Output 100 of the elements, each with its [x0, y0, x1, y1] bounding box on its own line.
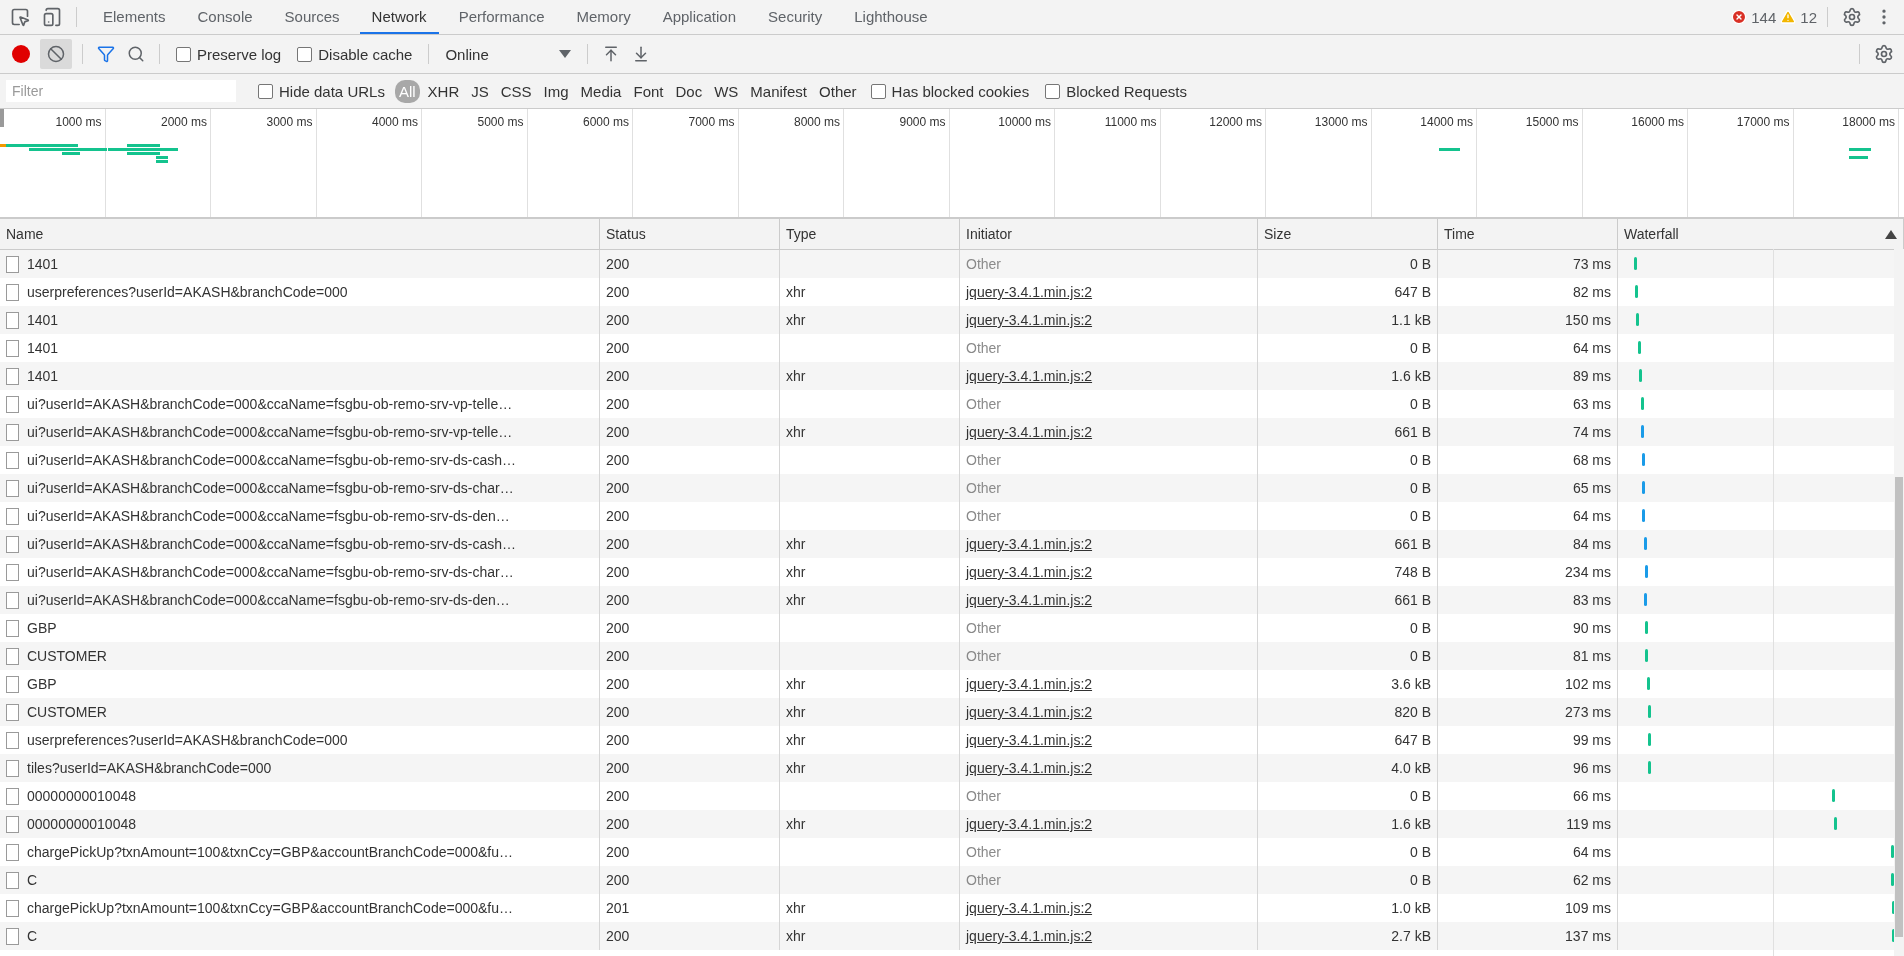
file-icon — [6, 675, 19, 693]
request-name[interactable]: C — [27, 928, 38, 944]
initiator-link[interactable]: jquery-3.4.1.min.js:2 — [966, 732, 1093, 748]
request-name[interactable]: 1401 — [27, 312, 59, 328]
time-tick: 11000 ms — [1104, 114, 1158, 129]
request-name[interactable]: ui?userId=AKASH&branchCode=000&ccaName=fsgbu-ob-remo-srv-vp-telle… — [27, 424, 513, 440]
request-name[interactable]: ui?userId=AKASH&branchCode=000&ccaName=fsgbu-ob-remo-srv-ds-cash… — [27, 452, 517, 468]
initiator-link[interactable]: jquery-3.4.1.min.js:2 — [966, 816, 1093, 832]
request-name[interactable]: 00000000010048 — [27, 816, 136, 832]
type-filter[interactable]: JS — [467, 79, 493, 103]
request-name[interactable]: chargePickUp?txnAmount=100&txnCcy=GBP&accountBranchCode=000&fu… — [27, 844, 513, 860]
checkbox[interactable]: Preserve log — [176, 45, 282, 63]
size: 0 B — [1410, 620, 1431, 636]
tab[interactable]: Console — [185, 0, 265, 34]
type-filter[interactable]: Other — [815, 79, 861, 103]
clear-icon[interactable] — [40, 39, 72, 69]
request-type: xhr — [786, 592, 806, 608]
checkbox[interactable]: Disable cache — [297, 45, 413, 63]
initiator: Other — [966, 872, 1001, 888]
initiator-link[interactable]: jquery-3.4.1.min.js:2 — [966, 592, 1093, 608]
request-name[interactable]: ui?userId=AKASH&branchCode=000&ccaName=fsgbu-ob-remo-srv-ds-den… — [27, 592, 510, 608]
initiator-link[interactable]: jquery-3.4.1.min.js:2 — [966, 312, 1093, 328]
initiator-link[interactable]: jquery-3.4.1.min.js:2 — [966, 368, 1093, 384]
request-name[interactable]: 1401 — [27, 256, 59, 272]
request-name[interactable]: 00000000010048 — [27, 788, 136, 804]
overview-handle[interactable] — [0, 109, 4, 127]
type-filter[interactable]: XHR — [423, 79, 464, 103]
request-name[interactable]: ui?userId=AKASH&branchCode=000&ccaName=fsgbu-ob-remo-srv-vp-telle… — [27, 396, 513, 412]
size: 1.6 kB — [1391, 816, 1431, 832]
request-name[interactable]: chargePickUp?txnAmount=100&txnCcy=GBP&accountBranchCode=000&fu… — [27, 900, 513, 916]
column-header[interactable]: Size — [1258, 219, 1438, 249]
time: 64 ms — [1572, 340, 1611, 356]
request-name[interactable]: 1401 — [27, 368, 59, 384]
request-name[interactable]: ui?userId=AKASH&branchCode=000&ccaName=fsgbu-ob-remo-srv-ds-char… — [27, 480, 514, 496]
type-filter[interactable]: Media — [576, 79, 626, 103]
waterfall-bar — [1634, 257, 1637, 270]
status-code: 200 — [606, 620, 630, 636]
request-name[interactable]: userpreferences?userId=AKASH&branchCode=000 — [27, 732, 348, 748]
tab[interactable]: Memory — [564, 0, 643, 34]
initiator-link[interactable]: jquery-3.4.1.min.js:2 — [966, 536, 1093, 552]
waterfall-bar — [1641, 397, 1644, 410]
type-filter[interactable]: CSS — [496, 79, 536, 103]
throttling-dropdown[interactable]: Online — [439, 45, 577, 63]
record-button[interactable] — [12, 45, 30, 63]
request-name[interactable]: GBP — [27, 620, 57, 636]
tab[interactable]: Sources — [272, 0, 352, 34]
initiator-link[interactable]: jquery-3.4.1.min.js:2 — [966, 284, 1093, 300]
initiator-link[interactable]: jquery-3.4.1.min.js:2 — [966, 704, 1093, 720]
initiator-link[interactable]: jquery-3.4.1.min.js:2 — [966, 900, 1093, 916]
status-code: 200 — [606, 424, 630, 440]
tab[interactable]: Application — [650, 0, 749, 34]
file-icon — [6, 311, 19, 329]
initiator-link[interactable]: jquery-3.4.1.min.js:2 — [966, 676, 1093, 692]
column-header[interactable]: Time — [1438, 219, 1618, 249]
time-tick: 10000 ms — [998, 114, 1052, 129]
request-name[interactable]: 1401 — [27, 340, 59, 356]
time-tick: 5000 ms — [477, 114, 525, 129]
type-filter[interactable]: Font — [629, 79, 668, 103]
error-count: 144 — [1751, 8, 1777, 26]
checkbox[interactable]: Hide data URLs — [258, 82, 385, 100]
status-code: 200 — [606, 256, 630, 272]
request-name[interactable]: ui?userId=AKASH&branchCode=000&ccaName=fsgbu-ob-remo-srv-ds-den… — [27, 508, 510, 524]
request-name[interactable]: GBP — [27, 676, 57, 692]
type-filter[interactable]: Img — [539, 79, 573, 103]
column-header[interactable]: Name — [0, 219, 600, 249]
request-name[interactable]: CUSTOMER — [27, 648, 107, 664]
initiator-link[interactable]: jquery-3.4.1.min.js:2 — [966, 564, 1093, 580]
column-header[interactable]: Status — [600, 219, 780, 249]
column-header[interactable]: Type — [780, 219, 960, 249]
size: 0 B — [1410, 340, 1431, 356]
tab[interactable]: Performance — [446, 0, 557, 34]
checkbox[interactable]: Has blocked cookies — [870, 82, 1030, 100]
request-name[interactable]: userpreferences?userId=AKASH&branchCode=000 — [27, 284, 348, 300]
tab[interactable]: Lighthouse — [842, 0, 940, 34]
time: 89 ms — [1572, 368, 1611, 384]
initiator-link[interactable]: jquery-3.4.1.min.js:2 — [966, 424, 1093, 440]
time: 119 ms — [1566, 816, 1611, 832]
initiator-link[interactable]: jquery-3.4.1.min.js:2 — [966, 928, 1093, 944]
request-name[interactable]: CUSTOMER — [27, 704, 107, 720]
time: 82 ms — [1572, 284, 1611, 300]
initiator: Other — [966, 620, 1001, 636]
type-filter[interactable]: Manifest — [746, 79, 812, 103]
status-code: 200 — [606, 760, 630, 776]
initiator: Other — [966, 648, 1001, 664]
filter-field[interactable]: Filter — [6, 80, 236, 102]
request-name[interactable]: ui?userId=AKASH&branchCode=000&ccaName=fsgbu-ob-remo-srv-ds-char… — [27, 564, 514, 580]
type-filter[interactable]: WS — [710, 79, 743, 103]
time: 63 ms — [1572, 396, 1611, 412]
type-filter[interactable]: Doc — [671, 79, 707, 103]
tab[interactable]: Elements — [91, 0, 178, 34]
request-name[interactable]: ui?userId=AKASH&branchCode=000&ccaName=fsgbu-ob-remo-srv-ds-cash… — [27, 536, 517, 552]
size: 2.7 kB — [1391, 928, 1431, 944]
request-name[interactable]: tiles?userId=AKASH&branchCode=000 — [27, 760, 272, 776]
tab[interactable]: Security — [756, 0, 835, 34]
column-header[interactable]: Initiator — [960, 219, 1258, 249]
request-name[interactable]: C — [27, 872, 38, 888]
initiator-link[interactable]: jquery-3.4.1.min.js:2 — [966, 760, 1093, 776]
time-tick: 12000 ms — [1209, 114, 1263, 129]
scrollbar[interactable] — [1895, 477, 1903, 937]
checkbox[interactable]: Blocked Requests — [1045, 82, 1188, 100]
